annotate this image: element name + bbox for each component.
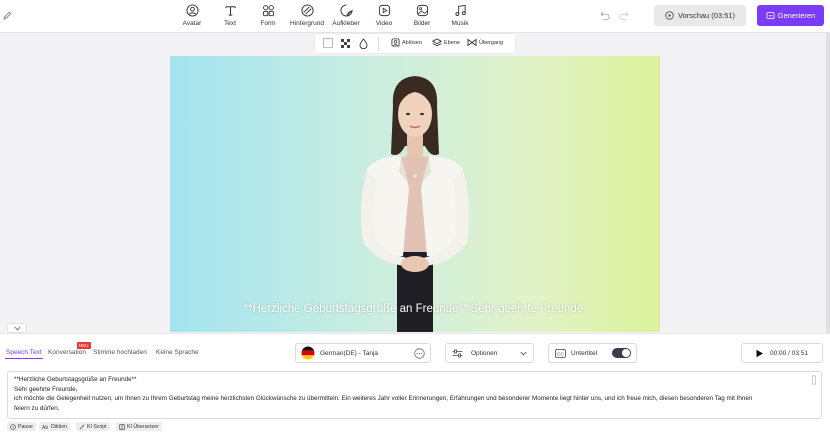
ai-translator-button[interactable]: 文 KI Übersetzer	[116, 422, 162, 431]
textarea-scrollbar[interactable]	[812, 375, 816, 385]
pause-label: Pause	[18, 423, 33, 430]
sticker-icon	[340, 4, 353, 17]
toggle-knob	[622, 349, 630, 357]
collapse-button[interactable]	[7, 323, 27, 333]
chevron-down-icon	[13, 326, 21, 330]
pause-button[interactable]: Pause	[7, 422, 36, 431]
ai-translator-label: KI Übersetzer	[127, 423, 159, 430]
subtitle-label: Untertitel	[571, 349, 598, 357]
svg-text:CC: CC	[557, 351, 564, 356]
voice-selector[interactable]: German(DE) - Tanja	[295, 343, 431, 363]
closed-caption-icon: CC	[555, 348, 566, 358]
tool-label: Musik	[451, 20, 469, 27]
speech-panel: Speech Text Konversation NEU Stimme hoch…	[0, 333, 830, 436]
avatar-icon	[185, 4, 199, 17]
translate-icon: 文	[119, 423, 125, 430]
tool-label: Video	[375, 20, 393, 27]
preview-button[interactable]: Vorschau (03:51)	[654, 5, 746, 26]
tool-label: Hintergrund	[290, 20, 324, 27]
divider	[378, 37, 379, 50]
tool-label: Aufkleber	[332, 20, 360, 27]
tool-label: Avatar	[182, 20, 202, 27]
more-options-icon[interactable]	[414, 347, 425, 359]
ai-script-label: KI Script	[87, 423, 107, 430]
magic-wand-icon	[79, 423, 85, 429]
background-icon	[300, 4, 314, 17]
tab-speech-text[interactable]: Speech Text	[6, 349, 42, 356]
script-line: **Herzliche Geburtstagsgrüße an Freunde*…	[14, 376, 137, 383]
layers-icon	[432, 38, 442, 47]
german-flag-icon	[301, 346, 315, 360]
music-icon	[454, 4, 466, 16]
video-icon	[378, 4, 390, 17]
script-textarea[interactable]: **Herzliche Geburtstagsgrüße an Freunde*…	[7, 371, 822, 419]
avatar-figure	[360, 76, 470, 332]
diction-label: Diktion	[51, 423, 67, 430]
edit-pencil-icon[interactable]	[3, 11, 12, 20]
fill-color-swatch[interactable]	[323, 38, 333, 48]
subtitle-overlay: **Herzliche Geburtstagsgrüße an Freunde*…	[243, 303, 587, 315]
options-dropdown[interactable]: Optionen	[445, 343, 534, 363]
tool-label: Form	[260, 20, 276, 27]
layer-button[interactable]: Ebene	[432, 38, 460, 47]
ai-script-button[interactable]: KI Script	[76, 422, 110, 431]
tool-label: Text	[224, 20, 236, 27]
svg-text:Ab: Ab	[42, 425, 48, 430]
subtitle-toggle[interactable]	[612, 348, 631, 358]
options-label: Optionen	[471, 349, 498, 357]
subtitle-toggle-box: CC Untertitel	[548, 343, 637, 363]
playback-control[interactable]: 00:00 / 03:51	[741, 343, 823, 363]
remove-background-label: Ablösen	[402, 39, 422, 46]
tool-form[interactable]: Form	[246, 4, 290, 30]
layer-label: Ebene	[444, 39, 460, 46]
tab-no-voice[interactable]: Keine Sprache	[156, 349, 199, 356]
transition-button[interactable]: Übergang	[467, 38, 503, 47]
clock-icon	[10, 423, 16, 430]
scroll-track	[826, 33, 830, 333]
form-icon	[262, 5, 274, 17]
play-icon[interactable]	[755, 349, 764, 358]
diction-icon: Ab	[42, 425, 48, 430]
sliders-icon	[452, 349, 463, 357]
remove-background-button[interactable]: Ablösen	[391, 38, 422, 47]
tool-label: Bilder	[413, 20, 431, 27]
transparency-icon[interactable]	[341, 39, 350, 48]
tool-music[interactable]: Musik	[438, 4, 482, 30]
redo-icon[interactable]	[619, 11, 630, 21]
svg-text:文: 文	[120, 424, 124, 429]
tab-conversation[interactable]: Konversation	[48, 349, 86, 356]
generate-button[interactable]: Generieren	[757, 5, 824, 26]
transition-icon	[467, 38, 477, 47]
script-line: Sehr geehrte Freunde,	[14, 385, 78, 393]
tool-background[interactable]: Hintergrund	[285, 4, 329, 30]
video-canvas[interactable]: **Herzliche Geburtstagsgrüße an Freunde*…	[170, 56, 660, 332]
undo-icon[interactable]	[599, 11, 610, 21]
playback-time: 00:00 / 03:51	[770, 349, 808, 357]
top-toolbar: Avatar Text Form Hintergrund Aufkleber V…	[0, 0, 830, 33]
remove-background-icon	[391, 38, 400, 47]
transition-label: Übergang	[479, 39, 504, 46]
new-badge: NEU	[77, 342, 91, 349]
generate-label: Generieren	[777, 11, 816, 20]
chevron-down-icon	[520, 351, 527, 355]
generate-icon	[766, 11, 775, 20]
canvas-toolbar: Ablösen Ebene Übergang	[315, 34, 515, 53]
script-line: ich möchte die Gelegenheit nutzen, um Ih…	[14, 395, 753, 402]
preview-label: Vorschau (03:51)	[677, 11, 736, 20]
image-icon	[416, 4, 428, 17]
diction-button[interactable]: Ab Diktion	[39, 422, 70, 431]
active-tab-indicator	[5, 358, 43, 359]
voice-label: German(DE) - Tanja	[320, 349, 379, 357]
color-drop-icon[interactable]	[359, 38, 368, 49]
text-icon	[224, 6, 236, 16]
script-line: feiern zu dürfen.	[14, 404, 60, 412]
play-circle-icon	[665, 11, 674, 20]
tab-upload-voice[interactable]: Stimme hochladen	[93, 349, 147, 356]
